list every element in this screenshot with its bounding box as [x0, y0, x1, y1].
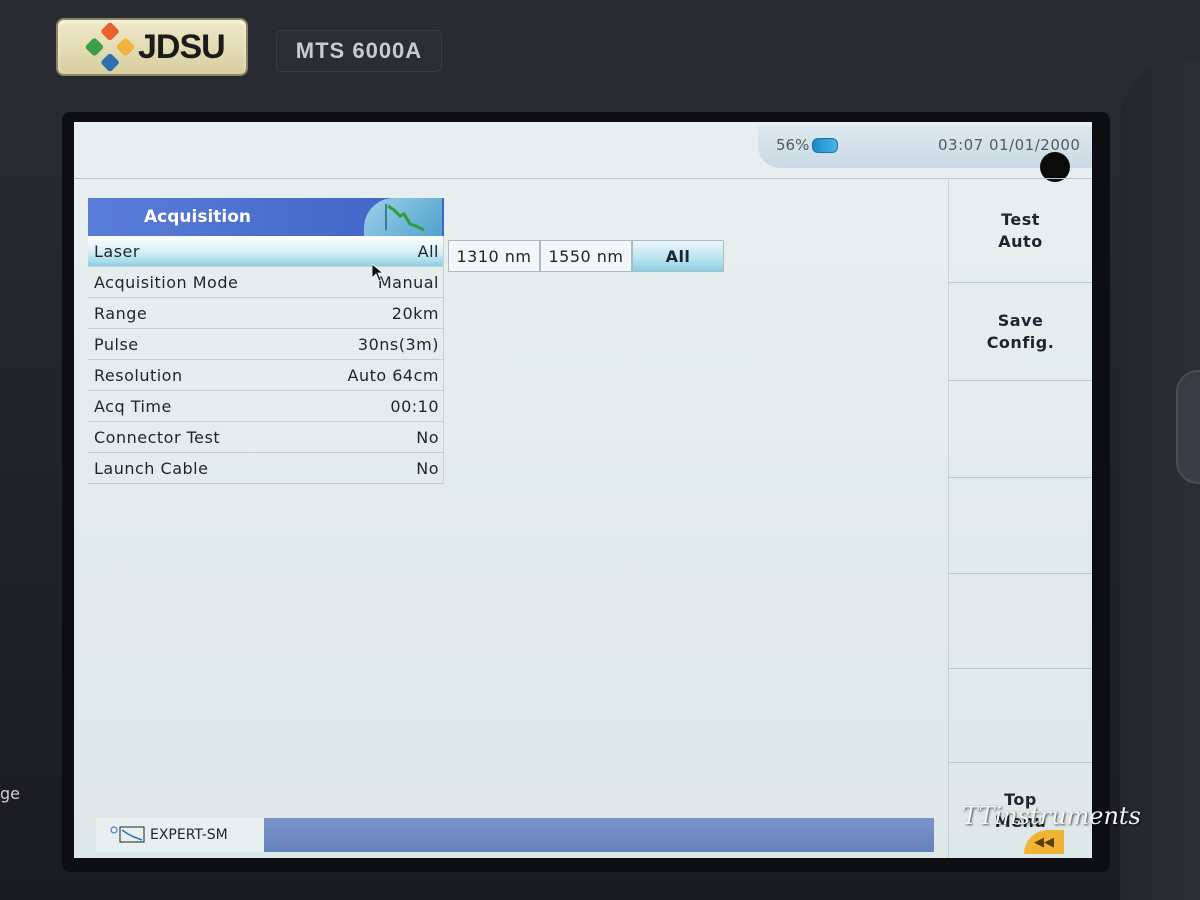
row-label: Launch Cable: [94, 458, 209, 478]
acquisition-menu: Acquisition Laser All Acquisition Mode M…: [88, 198, 444, 484]
menu-row-acq-time[interactable]: Acq Time 00:10: [88, 391, 444, 422]
softkey-4[interactable]: [948, 477, 1092, 573]
clock: 03:07 01/01/2000: [938, 136, 1081, 154]
bottom-bar: EXPERT-SM ◀◀: [74, 818, 1092, 858]
battery-level: 56%: [776, 136, 810, 154]
watermark: TTinstruments: [962, 802, 1141, 830]
menu-row-acquisition-mode[interactable]: Acquisition Mode Manual: [88, 267, 444, 298]
row-value: No: [416, 427, 439, 447]
row-value: All: [417, 241, 439, 261]
row-value: 00:10: [390, 396, 439, 416]
menu-row-pulse[interactable]: Pulse 30ns(3m): [88, 329, 444, 360]
rewind-icon[interactable]: ◀◀: [1024, 830, 1064, 854]
brand-mark-icon: [84, 21, 136, 73]
status-message-strip: [264, 818, 934, 852]
mouse-cursor-icon: [372, 264, 384, 282]
menu-row-resolution[interactable]: Resolution Auto 64cm: [88, 360, 444, 391]
model-name: MTS 6000A: [276, 30, 442, 72]
test-auto-button[interactable]: Test Auto: [948, 178, 1092, 282]
row-value: No: [416, 458, 439, 478]
row-value: 30ns(3m): [357, 334, 439, 354]
row-label: Connector Test: [94, 427, 221, 447]
softkey-3[interactable]: [948, 380, 1092, 477]
screen: 56% 03:07 01/01/2000 Acquisition Laser A…: [74, 122, 1092, 858]
brand-logo: JDSU: [56, 18, 248, 76]
menu-row-laser[interactable]: Laser All: [88, 236, 444, 267]
status-bar: 56% 03:07 01/01/2000: [74, 122, 1092, 182]
row-label: Range: [94, 303, 148, 323]
softkey-panel: Test Auto Save Config. Top Menu: [948, 178, 1092, 858]
rotary-knob[interactable]: [1176, 370, 1200, 484]
save-config-button[interactable]: Save Config.: [948, 282, 1092, 380]
otdr-trace-icon: [364, 198, 442, 236]
row-label: Laser: [94, 241, 140, 261]
softkey-6[interactable]: [948, 668, 1092, 762]
row-value: 20km: [391, 303, 439, 323]
row-label: Acquisition Mode: [94, 272, 239, 292]
row-label: Pulse: [94, 334, 139, 354]
laser-option-all[interactable]: All: [632, 240, 724, 272]
row-value: Manual: [377, 272, 439, 292]
softkey-5[interactable]: [948, 573, 1092, 668]
menu-title: Acquisition: [144, 207, 252, 227]
menu-header: Acquisition: [88, 198, 444, 236]
side-label: ge: [0, 784, 20, 803]
menu-row-launch-cable[interactable]: Launch Cable No: [88, 453, 444, 484]
battery-icon: [812, 138, 838, 153]
laser-options: 1310 nm 1550 nm All: [448, 240, 724, 272]
menu-row-connector-test[interactable]: Connector Test No: [88, 422, 444, 453]
laser-option-1550[interactable]: 1550 nm: [540, 240, 632, 272]
row-label: Resolution: [94, 365, 183, 385]
mode-label: EXPERT-SM: [150, 827, 228, 843]
mode-tab[interactable]: EXPERT-SM: [96, 818, 270, 852]
row-value: Auto 64cm: [347, 365, 439, 385]
brand-name: JDSU: [138, 27, 226, 66]
fiber-trace-icon: [110, 826, 145, 843]
menu-row-range[interactable]: Range 20km: [88, 298, 444, 329]
laser-option-1310[interactable]: 1310 nm: [448, 240, 540, 272]
row-label: Acq Time: [94, 396, 172, 416]
